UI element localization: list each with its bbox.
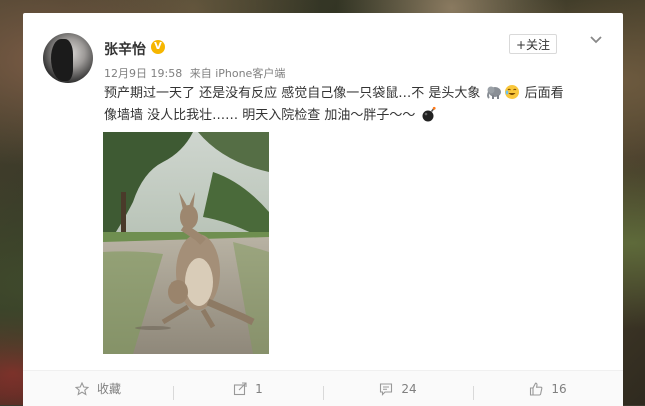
- share-icon: [234, 381, 247, 395]
- kangaroo-photo[interactable]: [103, 132, 269, 354]
- post-text: 预产期过一天了 还是没有反应 感觉自己像一只袋鼠…不 是头大象 后面看 像墙墙 …: [104, 83, 614, 127]
- weibo-post-card: 张辛怡 V 12月9日 19:58 来自 iPhone客户端 +关注 预产期过一…: [23, 13, 623, 406]
- comment-count: 24: [401, 381, 417, 396]
- post-text-line1-tail: 后面看: [520, 86, 564, 101]
- elephant-emoji-icon: [486, 86, 501, 99]
- like-count: 16: [551, 381, 567, 396]
- favorite-label: 收藏: [96, 382, 121, 396]
- verified-badge-icon: V: [151, 40, 165, 54]
- star-icon: [74, 381, 89, 396]
- post-meta: 12月9日 19:58 来自 iPhone客户端: [104, 65, 289, 81]
- bomb-emoji-icon: [422, 106, 436, 122]
- repost-count: 1: [255, 381, 263, 396]
- avatar[interactable]: [43, 33, 93, 83]
- tear-laugh-emoji-icon: [504, 85, 519, 99]
- favorite-button[interactable]: 收藏: [23, 380, 173, 397]
- chevron-down-icon[interactable]: [589, 33, 603, 47]
- follow-button-label: +关注: [515, 37, 551, 52]
- post-text-line1: 预产期过一天了 还是没有反应 感觉自己像一只袋鼠…不 是头大象: [104, 86, 481, 101]
- post-text-line2: 像墙墙 没人比我壮…… 明天入院检查 加油～胖子～～: [104, 108, 416, 123]
- post-timestamp[interactable]: 12月9日 19:58: [104, 67, 182, 80]
- username[interactable]: 张辛怡: [104, 39, 146, 59]
- comment-button[interactable]: 24: [323, 381, 473, 400]
- repost-button[interactable]: 1: [173, 381, 323, 400]
- follow-button[interactable]: +关注: [509, 34, 557, 54]
- thumbs-up-icon: [530, 382, 543, 396]
- action-bar: 收藏 1 24 16: [23, 370, 623, 406]
- like-button[interactable]: 16: [473, 381, 623, 400]
- comment-icon: [380, 382, 393, 396]
- post-source[interactable]: 来自 iPhone客户端: [190, 67, 286, 80]
